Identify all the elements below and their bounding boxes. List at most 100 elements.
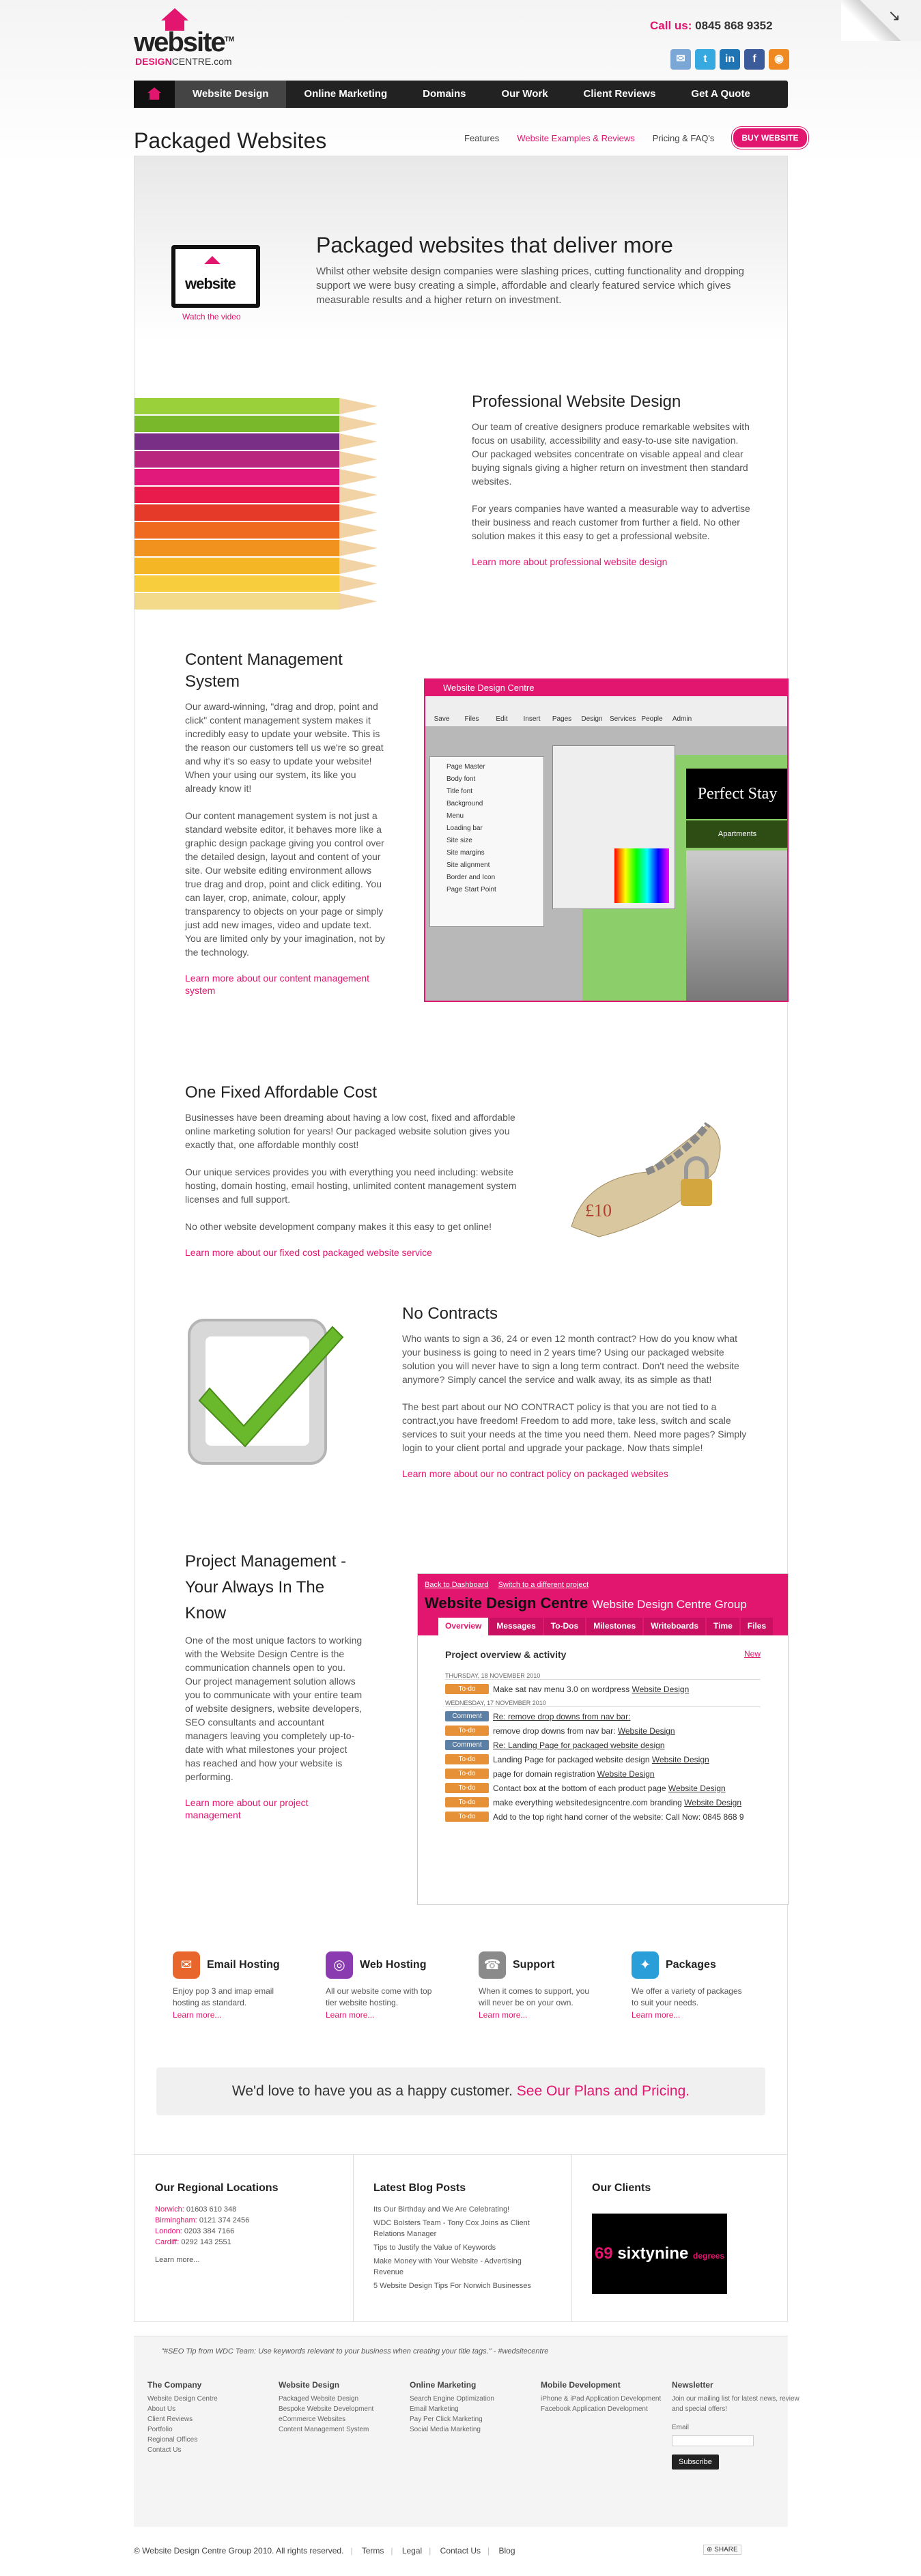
project-screenshot: Back to Dashboard Switch to a different p… — [417, 1573, 789, 1905]
cms-link[interactable]: Learn more about our content management … — [185, 973, 369, 996]
fixed-link[interactable]: Learn more about our fixed cost packaged… — [185, 1247, 432, 1258]
contracts-link[interactable]: Learn more about our no contract policy … — [402, 1468, 668, 1479]
sub-nav: Features Website Examples & Reviews Pric… — [464, 127, 808, 149]
email-icon[interactable]: ✉ — [670, 49, 691, 70]
subnav-features[interactable]: Features — [464, 133, 499, 143]
packages-link[interactable]: Learn more... — [632, 2010, 680, 2020]
page-peel[interactable]: ↘ — [841, 0, 921, 41]
logo-sub-a: DESIGN — [135, 56, 172, 67]
fixed-p2: Our unique services provides you with ev… — [185, 1167, 517, 1205]
logo-sub-b: CENTRE.com — [171, 56, 232, 67]
cms-p2: Our content management system is not jus… — [185, 810, 385, 958]
footer-info: Our Regional Locations Norwich: 01603 61… — [134, 2154, 788, 2322]
site-logo[interactable]: websiteTM DESIGNCENTRE.com — [134, 7, 260, 70]
blog-link[interactable]: Blog — [499, 2546, 515, 2556]
regional-link[interactable]: Learn more... — [155, 2255, 319, 2265]
subscribe-button[interactable]: Subscribe — [672, 2455, 719, 2470]
nav-online-marketing[interactable]: Online Marketing — [286, 81, 405, 108]
linkedin-icon[interactable]: in — [720, 49, 740, 70]
share-button[interactable]: ⊕ SHARE — [703, 2545, 741, 2555]
blog-post-link[interactable]: WDC Bolsters Team - Tony Cox Joins as Cl… — [373, 2218, 551, 2239]
blog-post-link[interactable]: Tips to Justify the Value of Keywords — [373, 2242, 551, 2253]
professional-heading: Professional Website Design — [472, 392, 681, 411]
blog-post-link[interactable]: 5 Website Design Tips For Norwich Busine… — [373, 2280, 551, 2291]
page-title: Packaged Websites — [134, 128, 327, 153]
web-hosting-link[interactable]: Learn more... — [326, 2010, 374, 2020]
page: websiteTM DESIGNCENTRE.com Call us: 0845… — [0, 0, 921, 2576]
service-support: ☎ Support When it comes to support, you w… — [479, 1951, 595, 2021]
nav-website-design[interactable]: Website Design — [175, 81, 287, 108]
professional-p1: Our team of creative designers produce r… — [472, 421, 750, 487]
footer-col-website-design: Website Design Packaged Website Design B… — [279, 2380, 374, 2433]
twitter-icon[interactable]: t — [695, 49, 715, 70]
newsletter-email-input[interactable] — [672, 2435, 754, 2446]
client-logo[interactable]: 69 sixtynine degrees — [592, 2214, 727, 2294]
footer-links: "#SEO Tip from WDC Team: Use keywords re… — [134, 2336, 799, 2527]
latest-tweet: "#SEO Tip from WDC Team: Use keywords re… — [161, 2347, 549, 2356]
section-cms: Content Management System Our award-winn… — [185, 649, 390, 997]
project-p1: One of the most unique factors to workin… — [185, 1635, 363, 1782]
social-links: ✉ t in f ◉ — [670, 49, 789, 70]
footer-col-company: The Company Website Design Centre About … — [147, 2380, 218, 2454]
happy-customer-banner: We'd love to have you as a happy custome… — [156, 2067, 765, 2115]
contact-link[interactable]: Contact Us — [440, 2546, 481, 2556]
peel-arrow-icon: ↘ — [888, 7, 901, 24]
newsletter: Newsletter Join our mailing list for lat… — [672, 2380, 803, 2470]
hero-heading: Packaged websites that deliver more — [316, 233, 673, 257]
rss-icon[interactable]: ◉ — [769, 49, 789, 70]
nav-home[interactable] — [134, 81, 175, 108]
project-link[interactable]: Learn more about our project management — [185, 1797, 309, 1820]
money-chain-image: £10 — [571, 1121, 721, 1237]
cms-p1: Our award-winning, "drag and drop, point… — [185, 701, 384, 794]
nav-get-a-quote[interactable]: Get A Quote — [673, 81, 767, 108]
section-fixed-cost: One Fixed Affordable Cost Businesses hav… — [185, 1082, 533, 1259]
section-professional: Professional Website Design Our team of … — [472, 391, 752, 569]
footer-col-online-marketing: Online Marketing Search Engine Optimizat… — [410, 2380, 494, 2433]
blog-post-link[interactable]: Its Our Birthday and We Are Celebrating! — [373, 2204, 551, 2215]
service-email-hosting: ✉ Email Hosting Enjoy pop 3 and imap emai… — [173, 1951, 289, 2021]
watch-video-link[interactable]: Watch the video — [182, 312, 241, 321]
fixed-heading: One Fixed Affordable Cost — [185, 1083, 378, 1102]
email-hosting-link[interactable]: Learn more... — [173, 2010, 221, 2020]
hero: website Watch the video Packaged website… — [134, 156, 787, 375]
email-icon: ✉ — [173, 1951, 200, 1979]
terms-link[interactable]: Terms — [362, 2546, 384, 2556]
video-thumbnail[interactable]: website — [171, 245, 260, 308]
svg-text:£10: £10 — [585, 1201, 612, 1220]
professional-p2: For years companies have wanted a measur… — [472, 503, 750, 541]
regional-locations: Our Regional Locations Norwich: 01603 61… — [155, 2182, 319, 2265]
footer-col-mobile: Mobile Development iPhone & iPad Applica… — [541, 2380, 662, 2413]
services-row: ✉ Email Hosting Enjoy pop 3 and imap emai… — [173, 1951, 774, 2021]
main-content: website Watch the video Packaged website… — [134, 156, 789, 2190]
main-nav: Website Design Online Marketing Domains … — [134, 81, 788, 108]
fixed-p3: No other website development company mak… — [185, 1221, 492, 1232]
project-heading: Project Management - Your Always In The … — [185, 1552, 347, 1622]
contracts-p1: Who wants to sign a 36, 24 or even 12 mo… — [402, 1333, 739, 1385]
pencils-image — [134, 394, 378, 611]
nav-our-work[interactable]: Our Work — [483, 81, 565, 108]
subnav-examples[interactable]: Website Examples & Reviews — [517, 133, 634, 143]
lightbulb-icon: ✦ — [632, 1951, 659, 1979]
professional-link[interactable]: Learn more about professional website de… — [472, 556, 667, 567]
section-no-contracts: No Contracts Who wants to sign a 36, 24 … — [402, 1303, 750, 1480]
blog-posts: Latest Blog Posts Its Our Birthday and W… — [373, 2182, 551, 2294]
copyright-bar: © Website Design Centre Group 2010. All … — [134, 2546, 515, 2556]
service-packages: ✦ Packages We offer a variety of packages… — [632, 1951, 748, 2021]
buy-website-button[interactable]: BUY WEBSITE — [732, 127, 808, 149]
facebook-icon[interactable]: f — [744, 49, 765, 70]
checkmark-image — [188, 1319, 344, 1465]
plans-pricing-link[interactable]: See Our Plans and Pricing. — [517, 2083, 690, 2099]
nav-client-reviews[interactable]: Client Reviews — [566, 81, 674, 108]
cms-heading: Content Management System — [185, 650, 343, 691]
fixed-p1: Businesses have been dreaming about havi… — [185, 1112, 515, 1150]
blog-post-link[interactable]: Make Money with Your Website - Advertisi… — [373, 2256, 551, 2278]
support-link[interactable]: Learn more... — [479, 2010, 527, 2020]
legal-link[interactable]: Legal — [402, 2546, 422, 2556]
contracts-heading: No Contracts — [402, 1304, 498, 1323]
contracts-p2: The best part about our NO CONTRACT poli… — [402, 1401, 747, 1453]
cms-screenshot: Website Design Centre Save Files Edit In… — [424, 678, 789, 1002]
phone-icon: ☎ — [479, 1951, 506, 1979]
nav-domains[interactable]: Domains — [405, 81, 483, 108]
house-icon — [161, 8, 188, 20]
subnav-pricing[interactable]: Pricing & FAQ's — [653, 133, 715, 143]
